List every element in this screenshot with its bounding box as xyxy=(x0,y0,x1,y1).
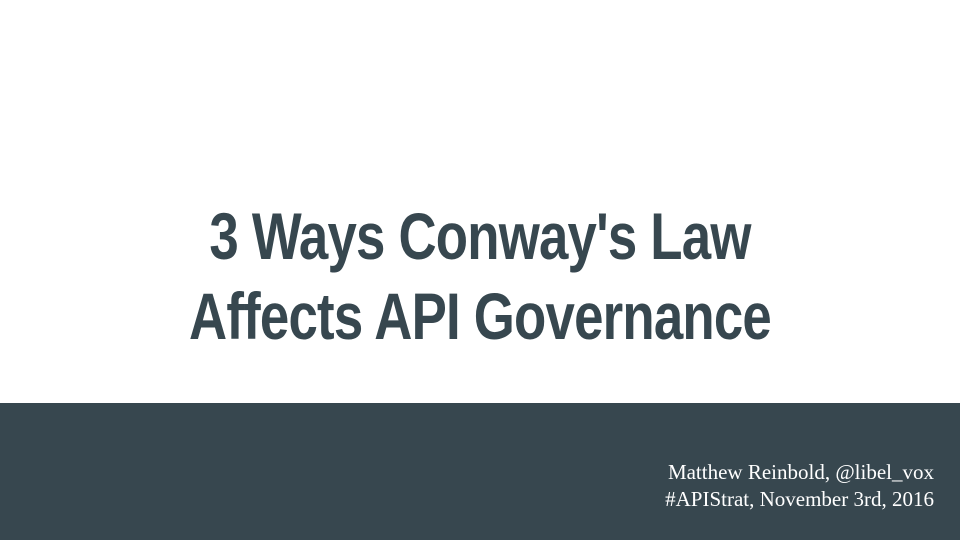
slide-title: 3 Ways Conway's Law Affects API Governan… xyxy=(128,196,832,356)
slide-title-line-2: Affects API Governance xyxy=(189,279,772,353)
author-line: Matthew Reinbold, @libel_vox xyxy=(667,460,934,484)
presentation-slide: 3 Ways Conway's Law Affects API Governan… xyxy=(0,0,960,540)
slide-title-line-1: 3 Ways Conway's Law xyxy=(209,199,751,273)
title-area: 3 Ways Conway's Law Affects API Governan… xyxy=(0,0,960,403)
event-line: #APIStrat, November 3rd, 2016 xyxy=(665,487,934,511)
byline: Matthew Reinbold, @libel_vox #APIStrat, … xyxy=(665,459,934,513)
footer-band: Matthew Reinbold, @libel_vox #APIStrat, … xyxy=(0,403,960,540)
